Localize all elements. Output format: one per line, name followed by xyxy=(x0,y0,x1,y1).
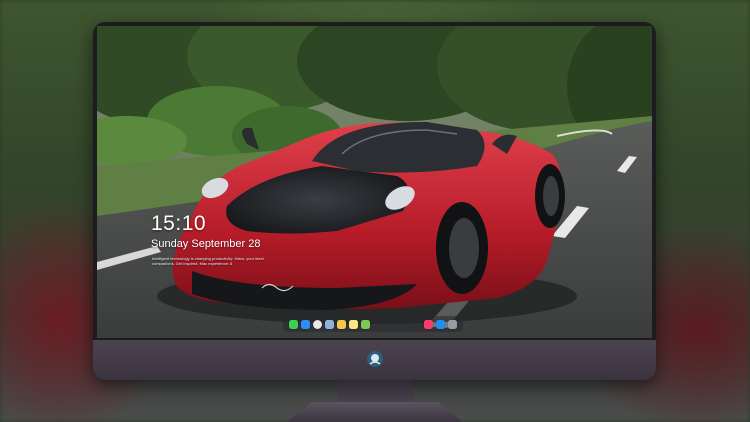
messages-icon[interactable] xyxy=(289,319,298,329)
lock-screen-date: Sunday September 28 xyxy=(151,238,261,250)
wallpaper-image xyxy=(97,26,652,338)
preview-icon[interactable] xyxy=(325,319,334,329)
brand-logo-icon xyxy=(367,351,383,367)
clock-icon[interactable] xyxy=(313,319,322,329)
trash-icon[interactable] xyxy=(448,319,457,329)
notes-icon[interactable] xyxy=(337,319,346,329)
finder-icon[interactable] xyxy=(301,319,310,329)
monitor-stand-neck xyxy=(337,380,413,404)
lock-screen-time: 15:10 xyxy=(151,212,207,235)
photos-icon[interactable] xyxy=(361,319,370,329)
music-icon[interactable] xyxy=(424,319,433,329)
lock-screen-note: Intelligent technology is changing produ… xyxy=(152,256,264,266)
screen[interactable]: 15:10 Sunday September 28 Intelligent te… xyxy=(97,26,652,338)
dock xyxy=(283,316,463,332)
notes-icon[interactable] xyxy=(349,319,358,329)
app-store-icon[interactable] xyxy=(436,319,445,329)
monitor-stand-base xyxy=(287,402,463,422)
